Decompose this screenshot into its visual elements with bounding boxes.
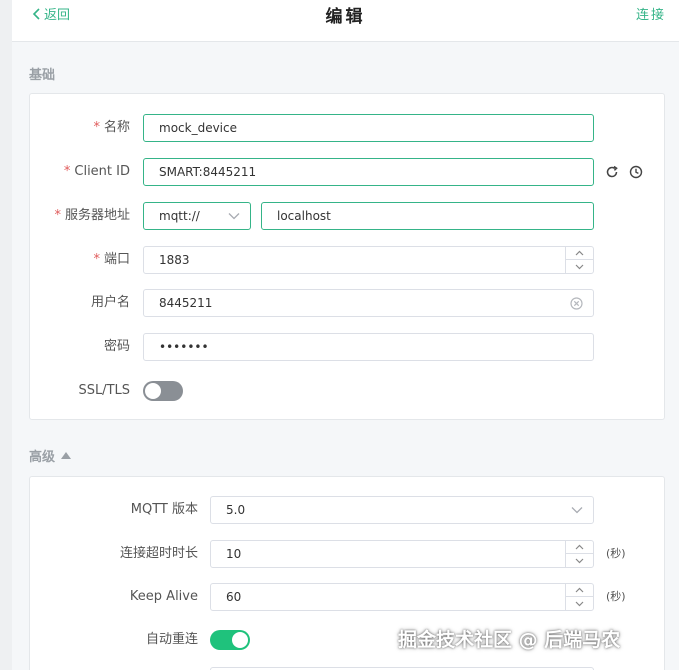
increment-button[interactable] bbox=[566, 541, 593, 554]
caret-up-icon bbox=[61, 452, 72, 459]
increment-button[interactable] bbox=[566, 247, 593, 260]
connect-timeout-label: 连接超时时长 bbox=[119, 546, 198, 561]
mqtt-version-row: MQTT 版本 5.0 bbox=[30, 496, 664, 524]
section-title-advanced-text: 高级 bbox=[29, 450, 56, 465]
server-label: * 服务器地址 bbox=[54, 202, 130, 230]
connect-button[interactable]: 连接 bbox=[636, 4, 666, 23]
mqtt-version-value: 5.0 bbox=[226, 503, 246, 517]
ssl-toggle[interactable] bbox=[143, 381, 183, 401]
required-mark: * bbox=[63, 164, 71, 179]
toggle-knob bbox=[145, 383, 161, 399]
port-label: * 端口 bbox=[93, 246, 130, 274]
port-row: * 端口 1883 bbox=[30, 246, 664, 274]
keep-alive-label: Keep Alive bbox=[129, 589, 198, 604]
name-input[interactable]: mock_device bbox=[143, 114, 594, 142]
chevron-up-icon bbox=[575, 250, 584, 256]
port-value: 1883 bbox=[159, 253, 190, 267]
clear-icon[interactable] bbox=[570, 297, 583, 310]
username-input[interactable]: 8445211 bbox=[143, 289, 594, 317]
keep-alive-input[interactable]: 60 bbox=[210, 583, 594, 611]
client-id-label-text: Client ID bbox=[74, 164, 130, 179]
client-id-value: SMART:8445211 bbox=[159, 165, 257, 179]
keep-alive-row: Keep Alive 60 (秒) bbox=[30, 583, 664, 611]
chevron-down-icon bbox=[575, 601, 584, 606]
section-title-basic: 基础 bbox=[29, 64, 55, 83]
name-row: * 名称 mock_device bbox=[30, 114, 664, 142]
top-bar: 返回 编辑 连接 bbox=[12, 0, 679, 42]
host-input[interactable]: localhost bbox=[261, 202, 594, 230]
protocol-select[interactable]: mqtt:// bbox=[143, 202, 251, 230]
client-id-input[interactable]: SMART:8445211 bbox=[143, 158, 594, 186]
username-label: 用户名 bbox=[90, 295, 130, 310]
auto-reconnect-toggle[interactable] bbox=[210, 630, 250, 650]
client-id-label: * Client ID bbox=[64, 158, 130, 186]
chevron-down-icon bbox=[228, 213, 240, 220]
chevron-down-icon bbox=[571, 507, 583, 514]
decrement-button[interactable] bbox=[566, 554, 593, 567]
page-title: 编辑 bbox=[325, 7, 366, 27]
chevron-down-icon bbox=[575, 558, 584, 563]
server-label-text: 服务器地址 bbox=[64, 208, 130, 223]
connect-timeout-row: 连接超时时长 10 (秒) bbox=[30, 540, 664, 568]
username-value: 8445211 bbox=[159, 296, 213, 310]
basic-card: * 名称 mock_device * Client ID SMART:8445211… bbox=[29, 93, 665, 420]
section-title-advanced[interactable]: 高级 bbox=[29, 446, 72, 465]
auto-reconnect-label: 自动重连 bbox=[145, 632, 198, 647]
keep-alive-value: 60 bbox=[226, 590, 242, 604]
username-row: 用户名 8445211 bbox=[30, 289, 664, 317]
required-mark: * bbox=[54, 208, 61, 223]
connect-timeout-value: 10 bbox=[226, 547, 242, 561]
protocol-value: mqtt:// bbox=[159, 209, 200, 223]
section-title-basic-text: 基础 bbox=[29, 68, 56, 83]
name-label-text: 名称 bbox=[103, 120, 130, 135]
side-panel-edge bbox=[0, 0, 12, 670]
connect-timeout-stepper bbox=[565, 541, 593, 567]
ssl-label: SSL/TLS bbox=[78, 383, 130, 398]
connect-timeout-unit: (秒) bbox=[606, 547, 626, 560]
chevron-up-icon bbox=[575, 544, 584, 550]
chevron-up-icon bbox=[575, 587, 584, 593]
increment-button[interactable] bbox=[566, 584, 593, 597]
decrement-button[interactable] bbox=[566, 597, 593, 610]
mqtt-version-select[interactable]: 5.0 bbox=[210, 496, 594, 524]
mqtt-version-label: MQTT 版本 bbox=[130, 502, 198, 517]
password-row: 密码 ••••••• bbox=[30, 333, 664, 361]
required-mark: * bbox=[93, 120, 100, 135]
server-row: * 服务器地址 mqtt:// localhost bbox=[30, 202, 664, 230]
watermark: 掘金技术社区 @ 后端马农 bbox=[398, 629, 621, 651]
clock-icon[interactable] bbox=[629, 165, 643, 179]
password-input[interactable]: ••••••• bbox=[143, 333, 594, 361]
keep-alive-unit: (秒) bbox=[606, 590, 626, 603]
chevron-down-icon bbox=[575, 264, 584, 269]
keep-alive-stepper bbox=[565, 584, 593, 610]
password-value: ••••••• bbox=[159, 340, 209, 354]
decrement-button[interactable] bbox=[566, 260, 593, 273]
required-mark: * bbox=[93, 252, 100, 267]
port-input[interactable]: 1883 bbox=[143, 246, 594, 274]
port-label-text: 端口 bbox=[103, 252, 130, 267]
name-label: * 名称 bbox=[93, 114, 130, 142]
host-value: localhost bbox=[277, 209, 331, 223]
port-stepper bbox=[565, 247, 593, 273]
password-label: 密码 bbox=[103, 339, 130, 354]
connect-timeout-input[interactable]: 10 bbox=[210, 540, 594, 568]
ssl-row: SSL/TLS bbox=[30, 377, 664, 405]
name-value: mock_device bbox=[159, 121, 237, 135]
client-id-row: * Client ID SMART:8445211 bbox=[30, 158, 664, 186]
refresh-icon[interactable] bbox=[605, 165, 619, 179]
toggle-knob bbox=[232, 632, 248, 648]
